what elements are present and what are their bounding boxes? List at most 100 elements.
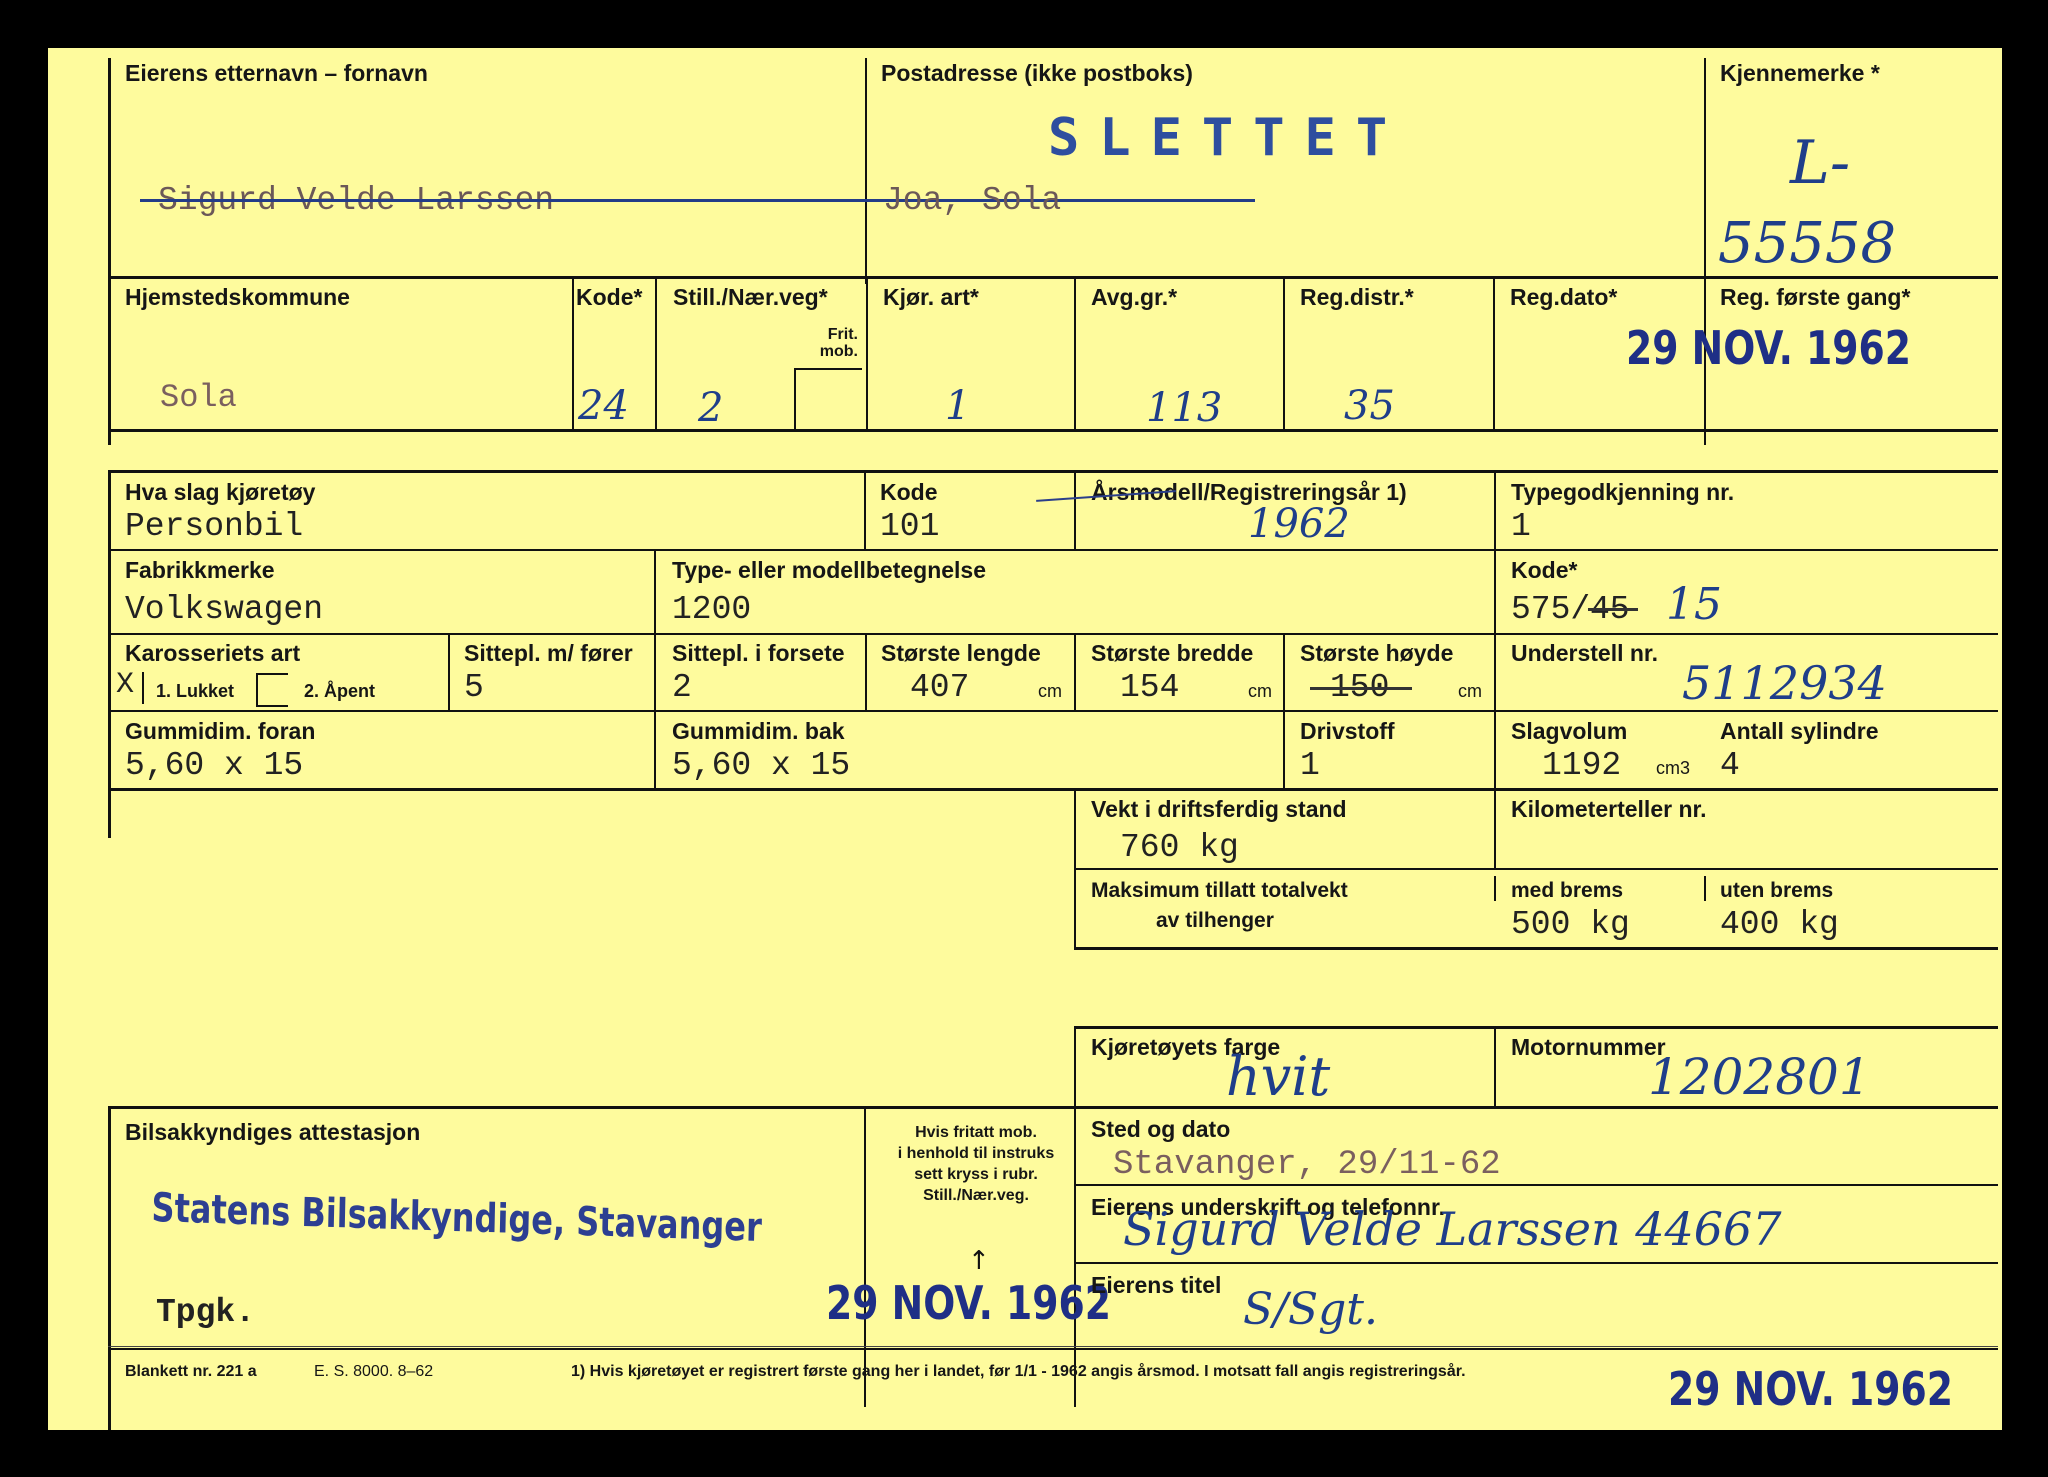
registration-card: Eierens etternavn – fornavn Sigurd Velde… (48, 48, 2002, 1430)
owner-name-label: Eierens etternavn – fornavn (125, 60, 428, 86)
gummi-foran-value: 5,60 x 15 (125, 747, 304, 784)
es-print-code: E. S. 8000. 8–62 (314, 1363, 434, 1380)
sittepl-forsete-value: 2 (672, 669, 692, 706)
med-brems-value: 500 kg (1511, 906, 1630, 943)
frit-note-line-2: i henhold til instruks (897, 1145, 1055, 1162)
vehicle-kode-value: 101 (880, 508, 940, 545)
slagvolum-value: 1192 (1542, 747, 1622, 784)
hoyde-label: Største høyde (1300, 640, 1454, 666)
sylindre-value: 4 (1720, 747, 1740, 784)
attest-date-stamp: 29 NOV. 1962 (826, 1276, 1112, 1330)
kode-label: Kode* (576, 284, 643, 310)
uten-brems-value: 400 kg (1720, 906, 1839, 943)
frit-mob-label: Frit. mob. (819, 326, 858, 360)
lukket-label: 1. Lukket (156, 681, 235, 701)
vekt-value: 760 kg (1120, 829, 1239, 866)
tittel-value: S/Sgt. (1243, 1284, 1378, 1335)
lengde-value: 407 (910, 669, 970, 706)
sittepl-forer-value: 5 (464, 669, 484, 706)
kode2-label: Kode* (1511, 557, 1578, 583)
vehicle-kode-label: Kode (880, 479, 938, 505)
hjemsted-value: Sola (160, 379, 237, 416)
kjor-art-value: 1 (945, 383, 971, 429)
address-value: Joa, Sola (883, 182, 1062, 219)
maks-label-1: Maksimum tillatt totalvekt (1091, 879, 1348, 902)
fabrikk-label: Fabrikkmerke (125, 557, 275, 583)
sted-label: Sted og dato (1091, 1116, 1231, 1142)
frit-note-line-4: Still./Nær.veg. (923, 1187, 1029, 1204)
gummi-bak-label: Gummidim. bak (672, 718, 845, 744)
karosseri-label: Karosseriets art (125, 640, 301, 666)
understell-value: 5112934 (1682, 656, 1887, 710)
reg-distr-value: 35 (1344, 383, 1395, 429)
slagvolum-unit: cm3 (1656, 758, 1691, 778)
typegodkj-label: Typegodkjenning nr. (1511, 479, 1735, 505)
arrow-up-icon: ↑ (968, 1246, 990, 1276)
slagvolum-label: Slagvolum (1511, 718, 1628, 744)
still-label: Still./Nær.veg* (673, 284, 828, 310)
hoyde-strike (1310, 687, 1412, 690)
frit-note-line-1: Hvis fritatt mob. (915, 1124, 1037, 1141)
gummi-bak-value: 5,60 x 15 (672, 747, 851, 784)
kode2-strike (1588, 608, 1638, 611)
sittepl-forsete-label: Sittepl. i forsete (672, 640, 845, 666)
lengde-label: Største lengde (881, 640, 1041, 666)
maks-label-2: av tilhenger (1156, 909, 1274, 932)
bredde-unit: cm (1248, 681, 1272, 701)
motor-value: 1202801 (1648, 1048, 1871, 1106)
apent-checkbox (256, 673, 288, 707)
address-label: Postadresse (ikke postboks) (881, 60, 1193, 86)
drivstoff-value: 1 (1300, 747, 1320, 784)
typegodkj-value: 1 (1511, 508, 1531, 545)
kode2-hand-value: 15 (1666, 579, 1722, 630)
slag-label: Hva slag kjøretøy (125, 479, 316, 505)
owner-strike-line (140, 199, 1255, 202)
reg-distr-label: Reg.distr.* (1300, 284, 1414, 310)
kode2-value: 575/ (1511, 591, 1591, 628)
fabrikk-value: Volkswagen (125, 591, 324, 628)
lukket-mark: X (116, 668, 135, 702)
blankett-nr: Blankett nr. 221 a (125, 1363, 257, 1380)
hoyde-unit: cm (1458, 681, 1482, 701)
drivstoff-label: Drivstoff (1300, 718, 1395, 744)
apent-label: 2. Åpent (304, 681, 376, 701)
bredde-label: Største bredde (1091, 640, 1254, 666)
plate-number: 55558 (1718, 211, 1897, 276)
reg-dato-label: Reg.dato* (1510, 284, 1618, 310)
avg-gr-label: Avg.gr.* (1091, 284, 1178, 310)
km-label: Kilometerteller nr. (1511, 796, 1707, 822)
vekt-label: Vekt i driftsferdig stand (1091, 796, 1347, 822)
plate-prefix: L- (1790, 128, 1851, 198)
attest-label: Bilsakkyndiges attestasjon (125, 1119, 421, 1145)
reg-date-stamp: 29 NOV. 1962 (1626, 321, 1912, 375)
med-brems-label: med brems (1511, 879, 1624, 902)
kode-value: 24 (578, 383, 629, 429)
understell-label: Understell nr. (1511, 640, 1658, 666)
footer-note: 1) Hvis kjøretøyet er registrert første … (571, 1363, 1466, 1380)
motor-label: Motornummer (1511, 1034, 1666, 1060)
lengde-unit: cm (1038, 681, 1062, 701)
uten-brems-label: uten brems (1720, 879, 1834, 902)
sittepl-forer-label: Sittepl. m/ fører (464, 640, 633, 666)
frit-note-line-3: sett kryss i rubr. (914, 1166, 1038, 1183)
type-label: Type- eller modellbetegnelse (672, 557, 987, 583)
gummi-foran-label: Gummidim. foran (125, 718, 316, 744)
sted-value: Stavanger, 29/11-62 (1113, 1146, 1501, 1184)
frit-note: Hvis fritatt mob. i henhold til instruks… (886, 1122, 1066, 1206)
slettet-stamp: SLETTET (1048, 108, 1408, 168)
underskrift-value: Sigurd Velde Larssen 44667 (1123, 1202, 1782, 1256)
plate-label: Kjennemerke * (1720, 60, 1880, 86)
type-value: 1200 (672, 591, 752, 628)
kjor-art-label: Kjør. art* (883, 284, 979, 310)
tittel-label: Eierens titel (1091, 1272, 1222, 1298)
hjemsted-label: Hjemstedskommune (125, 284, 350, 310)
bredde-value: 154 (1120, 669, 1180, 706)
sylindre-label: Antall sylindre (1720, 718, 1879, 744)
reg-forste-label: Reg. første gang* (1720, 284, 1911, 310)
tpgk-text: Tpgk. (156, 1294, 256, 1331)
attest-stamp: Statens Bilsakkyndige, Stavanger (151, 1185, 763, 1251)
still-value: 2 (698, 385, 724, 431)
footer-date-stamp: 29 NOV. 1962 (1668, 1362, 1954, 1416)
avg-gr-value: 113 (1146, 385, 1223, 431)
arsmodell-value: 1962 (1248, 501, 1350, 547)
